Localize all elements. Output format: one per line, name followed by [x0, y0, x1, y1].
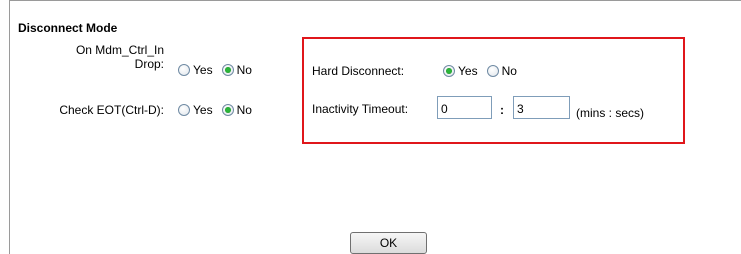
check-eot-no-label[interactable]: No	[237, 103, 252, 117]
check-eot-yes-radio[interactable]	[178, 104, 190, 116]
hard-disconnect-label: Hard Disconnect:	[312, 64, 405, 78]
on-mdm-ctrl-in-drop-label: On Mdm_Ctrl_In Drop:	[40, 43, 164, 71]
inactivity-minutes-input[interactable]	[437, 96, 492, 119]
on-mdm-ctrl-in-drop-label-line1: On Mdm_Ctrl_In	[75, 43, 164, 57]
check-eot-yes-label[interactable]: Yes	[193, 103, 213, 117]
hard-disconnect-no-label[interactable]: No	[502, 64, 517, 78]
on-mdm-ctrl-in-drop-label-line2: Drop:	[134, 57, 164, 71]
section-title: Disconnect Mode	[18, 21, 118, 35]
hard-disconnect-yes-radio[interactable]	[443, 65, 455, 77]
time-separator: :	[500, 103, 504, 117]
ok-button[interactable]: OK	[350, 232, 427, 254]
hard-disconnect-yes-label[interactable]: Yes	[458, 64, 478, 78]
on-mdm-ctrl-in-drop-yes-label[interactable]: Yes	[193, 63, 213, 77]
check-eot-no-radio[interactable]	[221, 104, 234, 116]
hard-disconnect-no-radio[interactable]	[486, 65, 499, 77]
on-mdm-ctrl-in-drop-yes-radio[interactable]	[178, 64, 190, 76]
inactivity-seconds-input[interactable]	[513, 96, 570, 119]
inactivity-timeout-label: Inactivity Timeout:	[312, 102, 409, 116]
check-eot-radio-group: Yes No	[178, 103, 261, 117]
check-eot-label: Check EOT(Ctrl-D):	[59, 103, 164, 117]
highlight-box	[302, 37, 685, 144]
on-mdm-ctrl-in-drop-no-radio[interactable]	[221, 64, 234, 76]
hard-disconnect-radio-group: Yes No	[443, 64, 526, 78]
inactivity-units-label: (mins : secs)	[576, 106, 645, 120]
on-mdm-ctrl-in-drop-no-label[interactable]: No	[237, 63, 252, 77]
on-mdm-ctrl-in-drop-radio-group: Yes No	[178, 63, 261, 77]
